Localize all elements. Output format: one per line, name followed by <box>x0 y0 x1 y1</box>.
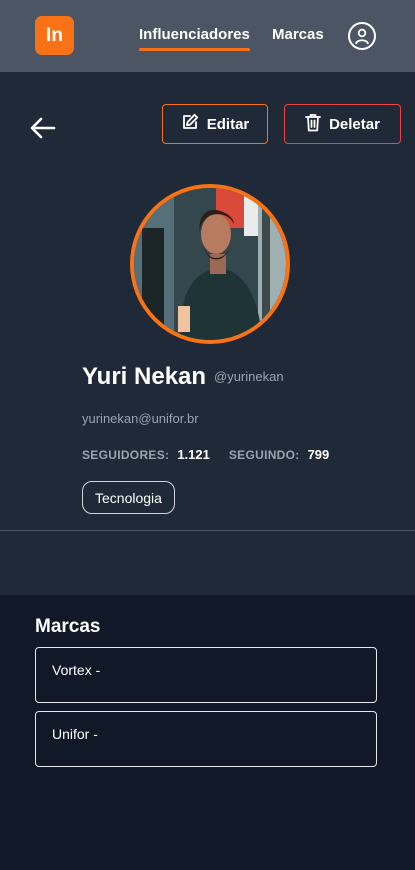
followers-count: 1.121 <box>177 447 210 462</box>
edit-button[interactable]: Editar <box>162 104 268 144</box>
edit-button-label: Editar <box>206 115 250 133</box>
following-label: SEGUINDO: <box>228 448 300 462</box>
followers-label: SEGUIDORES: <box>82 448 170 462</box>
profile-avatar <box>130 184 290 344</box>
brands-title: Marcas <box>35 616 101 637</box>
top-navbar: In Influenciadores Marcas <box>0 0 415 72</box>
pencil-square-icon <box>181 113 199 135</box>
delete-button-label: Deletar <box>329 115 380 133</box>
brand-card-vortex[interactable]: Vortex - <box>35 647 377 703</box>
section-divider <box>0 530 415 531</box>
arrow-left-icon[interactable] <box>29 114 57 142</box>
nav-link-marcas[interactable]: Marcas <box>272 26 324 43</box>
profile-stats: SEGUIDORES: 1.121 SEGUINDO: 799 <box>82 447 329 462</box>
following-count: 799 <box>307 447 330 462</box>
profile-name: Yuri Nekan <box>82 363 207 390</box>
category-tag: Tecnologia <box>82 481 175 514</box>
profile-email: yurinekan@unifor.br <box>82 411 199 426</box>
nav-link-influenciadores[interactable]: Influenciadores <box>139 26 250 51</box>
brand-card-unifor[interactable]: Unifor - <box>35 711 377 767</box>
trash-icon <box>305 113 321 136</box>
user-circle-icon[interactable] <box>348 22 376 50</box>
app-logo[interactable]: In <box>35 16 74 55</box>
delete-button[interactable]: Deletar <box>284 104 401 144</box>
profile-handle: @yurinekan <box>214 369 284 384</box>
